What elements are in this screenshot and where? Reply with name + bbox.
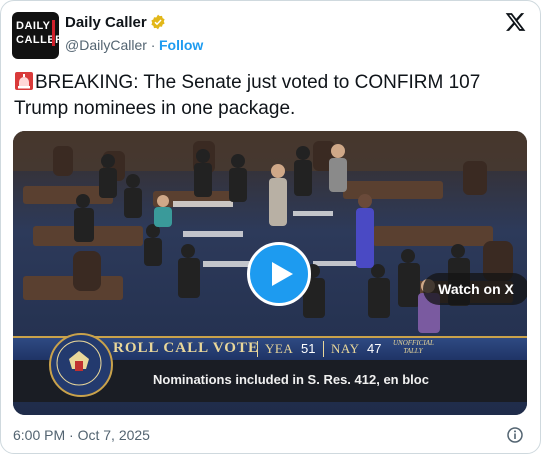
follow-button[interactable]: Follow — [159, 37, 203, 53]
video-player[interactable]: ROLL CALL VOTE YEA 51 NAY 47 UNOFFICIAL … — [13, 131, 527, 415]
nay-label: NAY — [331, 341, 360, 356]
avatar-text-line1: DAILY — [16, 20, 51, 32]
roll-call-label: ROLL CALL VOTE — [113, 340, 259, 356]
verified-badge-icon — [151, 14, 165, 30]
post-card: DAILY CALLER Daily Caller @DailyCaller ·… — [0, 0, 541, 454]
yea-count: 51 — [301, 341, 316, 356]
nay-count: 47 — [367, 341, 382, 356]
tally-divider — [323, 341, 324, 357]
x-logo-icon[interactable] — [504, 11, 527, 33]
watch-on-x-button[interactable]: Watch on X — [423, 273, 527, 305]
post-text: BREAKING: The Senate just voted to CONFI… — [14, 70, 524, 122]
play-button[interactable] — [247, 242, 311, 306]
senate-seal-icon — [49, 333, 113, 397]
rotating-light-icon — [15, 72, 33, 90]
yea-label: YEA — [265, 341, 294, 356]
account-name[interactable]: Daily Caller — [65, 14, 147, 31]
handle-text: @DailyCaller — [65, 37, 147, 53]
handle-separator: · — [150, 37, 156, 53]
avatar-red-bar — [52, 20, 55, 46]
avatar[interactable]: DAILY CALLER — [12, 12, 59, 59]
account-handle[interactable]: @DailyCaller · — [65, 37, 155, 53]
post-timestamp[interactable]: 6:00 PM · Oct 7, 2025 — [13, 427, 150, 443]
unofficial-tally-label: UNOFFICIAL TALLY — [393, 339, 434, 355]
play-icon — [272, 262, 293, 286]
info-icon[interactable] — [507, 427, 523, 443]
video-caption: Nominations included in S. Res. 412, en … — [153, 372, 429, 387]
post-text-body: BREAKING: The Senate just voted to CONFI… — [14, 72, 481, 119]
tally-divider — [257, 341, 258, 357]
